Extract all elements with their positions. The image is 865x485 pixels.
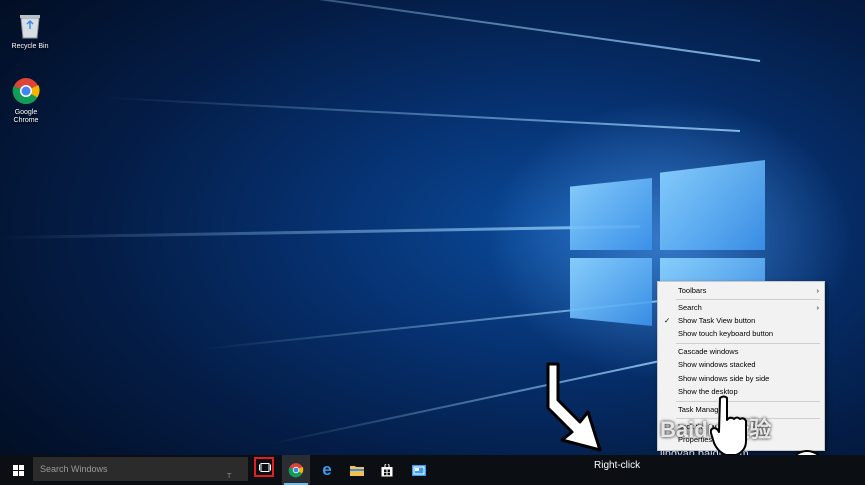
- desktop-icon-google-chrome[interactable]: Google Chrome: [0, 76, 56, 125]
- menu-item-label: Show windows stacked: [678, 360, 756, 369]
- desktop-icon-label: Recycle Bin: [11, 43, 49, 50]
- menu-item-show-windows-side-by-side[interactable]: Show windows side by side: [658, 373, 824, 385]
- menu-item-show-windows-stacked[interactable]: Show windows stacked: [658, 359, 824, 371]
- menu-item-label: Toolbars: [678, 286, 707, 295]
- menu-item-label: Cascade windows: [678, 347, 739, 356]
- wallpaper-beam: [0, 225, 641, 240]
- taskbar-store-button[interactable]: [374, 455, 400, 485]
- menu-item-show-task-view[interactable]: ✓ Show Task View button: [658, 315, 824, 327]
- mail-icon: [412, 464, 426, 476]
- menu-separator: [676, 299, 820, 300]
- task-view-icon: [259, 462, 271, 472]
- search-windows-input[interactable]: Search Windows: [33, 457, 248, 481]
- wallpaper-logo-pane: [570, 258, 652, 326]
- start-button[interactable]: [4, 455, 32, 485]
- chevron-right-icon: ›: [816, 303, 820, 312]
- chrome-icon: [12, 78, 40, 105]
- annotation-arrow-icon: [546, 362, 602, 452]
- taskbar-mail-button[interactable]: [406, 455, 432, 485]
- taskbar-edge-button[interactable]: e: [314, 455, 340, 485]
- taskbar-file-explorer-button[interactable]: [344, 455, 370, 485]
- task-view-button[interactable]: [252, 455, 278, 483]
- menu-item-show-touch-keyboard[interactable]: Show touch keyboard button: [658, 328, 824, 340]
- taskbar-chrome-button[interactable]: [282, 455, 310, 485]
- desktop-icon-label: Google: [14, 109, 38, 116]
- recycle-bin-icon: [20, 15, 40, 39]
- desktop-icon-recycle-bin[interactable]: Recycle Bin: [0, 12, 60, 51]
- menu-item-toolbars[interactable]: Toolbars ›: [658, 285, 824, 297]
- wallpaper-beam: [46, 0, 761, 62]
- store-icon: [381, 463, 393, 476]
- menu-item-label: Search: [678, 303, 702, 312]
- menu-item-label: Show windows side by side: [678, 374, 770, 383]
- menu-item-label: Show touch keyboard button: [678, 329, 774, 338]
- menu-item-cascade-windows[interactable]: Cascade windows: [658, 346, 824, 358]
- menu-separator: [676, 343, 820, 344]
- taskbar-small-mark: T: [227, 472, 232, 480]
- wallpaper-beam: [100, 96, 741, 132]
- chrome-icon: [288, 463, 304, 478]
- hand-cursor-icon: [710, 395, 747, 456]
- edge-icon: e: [322, 460, 332, 479]
- menu-item-label: Show Task View button: [678, 316, 756, 325]
- chevron-right-icon: ›: [816, 286, 820, 295]
- wallpaper-logo-pane: [570, 178, 652, 250]
- desktop-icon-label: Chrome: [13, 117, 39, 124]
- wallpaper-logo-pane: [660, 160, 765, 250]
- windows-logo-icon: [12, 464, 24, 476]
- right-click-annotation: Right-click: [594, 460, 641, 471]
- checkmark-icon: ✓: [664, 316, 671, 325]
- menu-item-search[interactable]: Search ›: [658, 302, 824, 314]
- folder-icon: [350, 466, 364, 476]
- desktop-screen: Recycle Bin Google Chrome Toolbars › Sea…: [0, 0, 865, 485]
